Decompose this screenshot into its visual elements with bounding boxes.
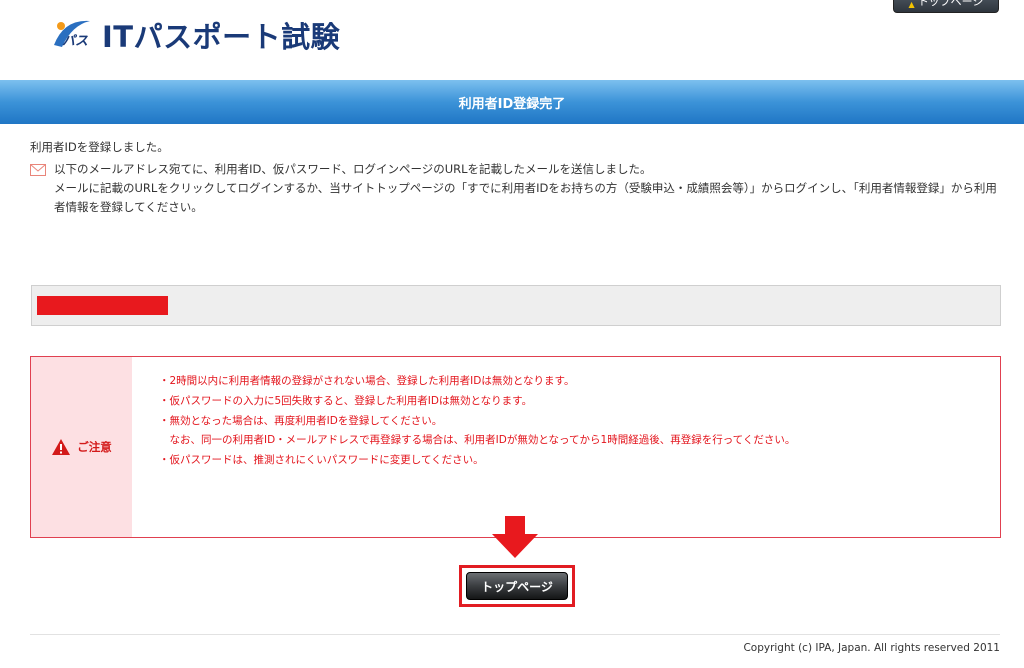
pass-logo-icon: パス <box>50 15 96 55</box>
top-page-button-label: トップページ <box>481 579 553 594</box>
caution-item: ・仮パスワードの入力に5回失敗すると、登録した利用者IDは無効となります。 <box>159 394 533 407</box>
user-id-display-box <box>31 285 1001 326</box>
redacted-user-id <box>37 296 168 315</box>
page-title-band: 利用者ID登録完了 <box>0 80 1024 124</box>
site-logo[interactable]: パス ITパスポート試験 <box>50 14 340 56</box>
caution-item: ・2時間以内に利用者情報の登録がされない場合、登録した利用者IDは無効となります… <box>159 375 575 387</box>
envelope-icon <box>30 163 46 176</box>
mail-notice: 以下のメールアドレス宛てに、利用者ID、仮パスワード、ログインページのURLを記… <box>30 160 1000 217</box>
copyright: Copyright (c) IPA, Japan. All rights res… <box>743 642 1000 654</box>
arrow-down-icon <box>492 516 538 558</box>
footer-divider <box>30 634 1000 635</box>
mail-notice-line2: メールに記載のURLをクリックしてログインするか、当サイトトップページの「すでに… <box>54 181 997 214</box>
logo-title: ITパスポート試験 <box>102 20 341 54</box>
top-page-header-label: トップページ <box>917 0 984 8</box>
page-title: 利用者ID登録完了 <box>458 96 566 112</box>
header: パス ITパスポート試験 ▲ トップページ <box>0 0 1024 80</box>
caution-item: ・無効となった場合は、再度利用者IDを登録してください。 <box>159 414 443 427</box>
svg-text:パス: パス <box>62 34 88 49</box>
caution-item: なお、同一の利用者ID・メールアドレスで再登録する場合は、利用者IDが無効となっ… <box>159 434 796 447</box>
mail-notice-line1: 以下のメールアドレス宛てに、利用者ID、仮パスワード、ログインページのURLを記… <box>54 162 652 176</box>
top-page-header-button[interactable]: ▲ トップページ <box>893 0 999 13</box>
caution-list: ・2時間以内に利用者情報の登録がされない場合、登録した利用者IDは無効となります… <box>159 372 989 471</box>
caution-item: ・仮パスワードは、推測されにくいパスワードに変更してください。 <box>159 454 484 467</box>
caution-box: ご注意 ・2時間以内に利用者情報の登録がされない場合、登録した利用者IDは無効と… <box>30 356 1001 538</box>
registration-message: 利用者IDを登録しました。 <box>30 140 169 154</box>
caution-label: ご注意 <box>77 440 112 454</box>
triangle-icon: ▲ <box>908 0 915 9</box>
top-page-button[interactable]: トップページ <box>466 572 568 600</box>
warning-icon <box>52 439 71 455</box>
caution-label-cell: ご注意 <box>31 357 132 537</box>
top-page-button-highlight: トップページ <box>459 565 575 607</box>
